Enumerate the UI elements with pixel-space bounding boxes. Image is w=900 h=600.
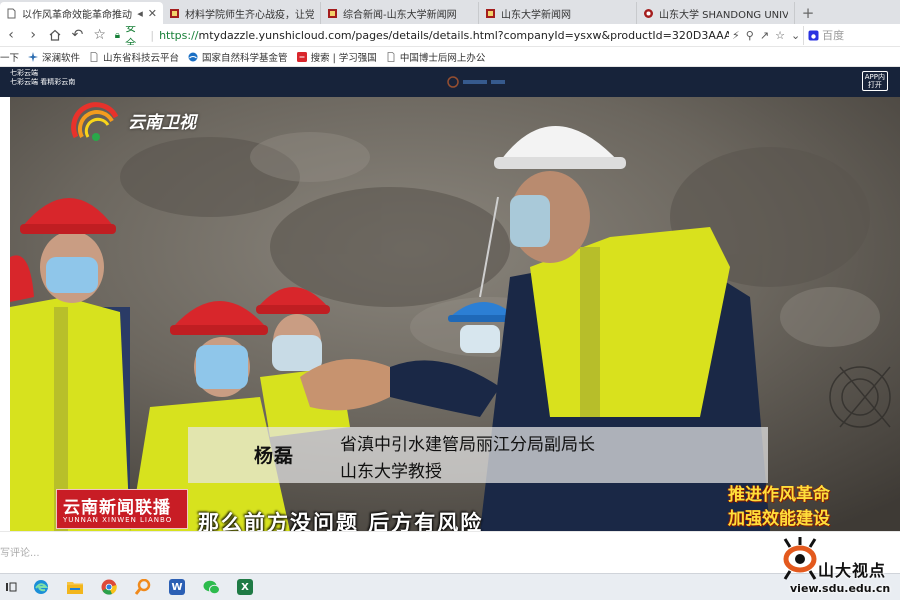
browser-tab-strip: 以作风革命效能革命推动南 ◂ ✕ 材料学院师生齐心战疫，让党旗飘扬 综合新闻-山…	[0, 0, 900, 24]
lower-third: 杨磊 省滇中引水建管局丽江分局副局长 山东大学教授	[188, 427, 768, 483]
bookmark-item[interactable]: 搜索 | 学习强国	[296, 50, 377, 64]
chrome-icon[interactable]	[92, 574, 126, 600]
xuexi-icon	[296, 51, 307, 62]
speaker-title-1: 省滇中引水建管局丽江分局副局长	[340, 435, 595, 455]
tab-title: 以作风革命效能革命推动南	[22, 9, 133, 21]
bookmark-item[interactable]: 深澜软件	[28, 50, 80, 64]
sdu-favicon-icon	[328, 8, 337, 18]
comment-input[interactable]: 写评论...	[0, 544, 40, 559]
bookmark-item[interactable]: 山东省科技云平台	[89, 50, 179, 64]
tab-general-news[interactable]: 综合新闻-山东大学新闻网	[321, 2, 479, 24]
video-player[interactable]: 云南卫视 杨磊 省滇中引水建管局丽江分局副局长 山东大学教授 云南新闻联播 YU…	[10, 97, 900, 531]
excel-icon[interactable]: X	[228, 574, 262, 600]
browser-toolbar: ‹ › ↶ ☆ 🔒︎ 安全 | https://mtydazzle.yunshi…	[0, 24, 900, 47]
home-icon[interactable]	[44, 24, 66, 47]
watermark-url: view.sdu.edu.cn	[790, 582, 891, 595]
watermark-name: 山大视点	[818, 561, 887, 580]
new-tab-button[interactable]: +	[795, 2, 821, 24]
tab-sdu-homepage[interactable]: 山东大学 SHANDONG UNIVERSIT	[637, 2, 795, 24]
site-logo-icon	[447, 76, 505, 88]
url-text[interactable]: https://mtydazzle.yunshicloud.com/pages/…	[159, 29, 729, 42]
tab-materials-college[interactable]: 材料学院师生齐心战疫，让党旗飘扬	[163, 2, 321, 24]
page-icon	[90, 51, 98, 62]
sdu-favicon-icon	[486, 8, 495, 18]
secure-label: 安全	[125, 25, 137, 45]
yunnan-tv-logo-icon	[71, 102, 119, 141]
comment-area: 写评论...	[0, 531, 900, 573]
bookmark-label: 深澜软件	[42, 52, 81, 64]
bookmark-label: 山东省科技云平台	[103, 52, 180, 64]
word-icon[interactable]: W	[160, 574, 194, 600]
url-scheme: https://	[159, 28, 199, 42]
shenlan-icon	[28, 51, 39, 62]
program-name-cn: 云南新闻联播	[63, 498, 171, 518]
windows-taskbar: W X	[0, 573, 900, 600]
lock-icon: 🔒︎	[114, 29, 121, 41]
open-line-1: APP内	[864, 73, 885, 81]
bookmark-star-icon[interactable]: ☆	[772, 29, 788, 42]
bookmark-item[interactable]: 中国博士后网上办公	[386, 50, 486, 64]
wechat-icon[interactable]	[194, 574, 228, 600]
tab-title: 山东大学新闻网	[501, 9, 571, 21]
page-icon	[7, 8, 16, 18]
speaker-icon[interactable]: ◂	[137, 7, 143, 20]
bookmarks-bar: 一下 深澜软件 山东省科技云平台 国家自然科学基金管 搜索 | 学习强国 中国博…	[0, 47, 900, 67]
task-view-icon[interactable]	[0, 574, 24, 600]
speaker-name: 杨磊	[254, 445, 295, 467]
forward-icon[interactable]: ›	[22, 24, 44, 47]
address-bar[interactable]: 🔒︎ 安全 | https://mtydazzle.yunshicloud.co…	[115, 26, 729, 45]
bookmark-label: 国家自然科学基金管	[202, 52, 288, 64]
share-icon[interactable]: ↗	[757, 29, 772, 42]
bookmark-label: 搜索 | 学习强国	[310, 52, 377, 64]
page-icon	[387, 51, 395, 62]
station-logo: 云南卫视	[68, 97, 196, 143]
bookmark-item[interactable]: 国家自然科学基金管	[188, 50, 288, 64]
bookmark-label: 一下	[0, 52, 20, 64]
zoom-icon[interactable]: ⚲	[743, 29, 757, 42]
close-tab-icon[interactable]: ✕	[148, 7, 157, 20]
search-engine-label: 百度	[822, 29, 845, 42]
bookmark-label: 中国博士后网上办公	[399, 52, 486, 64]
tab-current-article[interactable]: 以作风革命效能革命推动南 ◂ ✕	[0, 2, 163, 24]
back-icon[interactable]: ‹	[0, 24, 22, 47]
speaker-title-2: 山东大学教授	[340, 462, 442, 482]
program-name-en: YUNNAN XINWEN LIANBO	[63, 516, 173, 524]
search-box[interactable]: 百度	[803, 25, 900, 45]
tab-title: 材料学院师生齐心战疫，让党旗飘扬	[185, 9, 314, 21]
edge-icon[interactable]	[24, 574, 58, 600]
brand-line-2: 七彩云端 看精彩云南	[10, 78, 76, 86]
video-subtitle: 那么前方没问题 后方有风险	[198, 511, 484, 531]
url-path: mtydazzle.yunshicloud.com/pages/details/…	[198, 28, 730, 42]
open-line-2: 打开	[867, 81, 882, 89]
brand-line-1: 七彩云端	[10, 69, 38, 77]
separator: |	[150, 28, 155, 42]
slogan-line-2: 加强效能建设	[728, 509, 830, 529]
program-bug: 云南新闻联播 YUNNAN XINWEN LIANBO	[56, 489, 188, 529]
shanda-shidian-logo-icon	[783, 537, 817, 580]
tab-sdu-news[interactable]: 山东大学新闻网	[479, 2, 637, 24]
baidu-paw-icon	[808, 30, 819, 40]
open-in-app-button[interactable]: APP内 打开	[861, 71, 888, 91]
site-brand[interactable]: 七彩云端 七彩云端 看精彩云南	[10, 69, 75, 87]
undo-icon[interactable]: ↶	[66, 24, 88, 47]
page-header-bar: 七彩云端 七彩云端 看精彩云南 APP内 打开	[0, 67, 900, 97]
slogan-banner: 推进作风革命 加强效能建设	[728, 483, 830, 531]
station-name: 云南卫视	[128, 112, 196, 133]
file-explorer-icon[interactable]	[58, 574, 92, 600]
nsfc-icon	[188, 52, 198, 61]
lightning-icon[interactable]: ⚡	[729, 29, 743, 42]
tab-title: 综合新闻-山东大学新闻网	[343, 9, 457, 21]
sdu-favicon-icon	[170, 8, 179, 18]
tab-title: 山东大学 SHANDONG UNIVERSIT	[659, 9, 788, 21]
slogan-line-1: 推进作风革命	[728, 485, 830, 505]
sdu-seal-icon	[644, 8, 653, 18]
star-icon[interactable]: ☆	[89, 24, 111, 47]
search-app-icon[interactable]	[126, 574, 160, 600]
dropdown-chevron-icon[interactable]: ⌄	[788, 29, 803, 42]
bookmark-item[interactable]: 一下	[0, 50, 19, 64]
watermark: 山大视点 view.sdu.edu.cn	[782, 535, 900, 600]
